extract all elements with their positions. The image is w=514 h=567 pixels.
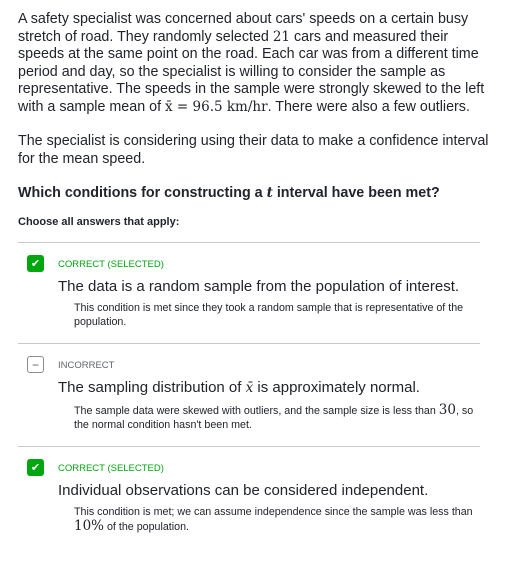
math-sample-size: 21 [272,28,291,45]
instruction: Choose all answers that apply: [18,216,180,228]
text: The sample data were skewed with outlier… [74,405,439,417]
check-icon[interactable]: ✔ [27,255,44,272]
text: The sampling distribution of [58,379,246,396]
text: is approximately normal. [253,379,420,396]
option-text: Individual observations can be considere… [58,482,429,499]
text: of the population. [104,521,189,533]
explanation: The sample data were skewed with outlier… [74,403,474,432]
question-paragraph: A safety specialist was concerned about … [18,11,496,116]
math-sample-mean: x̄ = 96.5 km/hr [165,98,268,115]
question-prompt: Which conditions for constructing a t in… [18,184,496,202]
text: interval have been met? [272,185,440,201]
text: . There were also a few outliers. [267,98,470,115]
answer-option-1[interactable]: ✔ CORRECT (SELECTED) The data is a rando… [18,242,480,343]
math-10-percent: 10% [74,518,105,534]
status-label: CORRECT (SELECTED) [58,259,164,270]
text: This condition is met; we can assume ind… [74,506,473,518]
explanation: This condition is met; we can assume ind… [74,505,474,534]
status-label: INCORRECT [58,360,115,371]
option-text: The data is a random sample from the pop… [58,278,460,295]
answer-option-3[interactable]: ✔ CORRECT (SELECTED) Individual observat… [18,446,480,548]
status-label: CORRECT (SELECTED) [58,463,164,474]
math-30: 30 [438,402,456,418]
minus-icon[interactable]: − [27,356,44,373]
question-panel: A safety specialist was concerned about … [18,11,496,548]
text: Which conditions for constructing a [18,185,267,201]
check-icon[interactable]: ✔ [27,459,44,476]
answer-option-2[interactable]: − INCORRECT The sampling distribution of… [18,343,480,446]
explanation: This condition is met since they took a … [74,302,464,328]
option-text: The sampling distribution of x̄ is appro… [58,378,480,398]
question-paragraph-2: The specialist is considering using thei… [18,133,489,167]
